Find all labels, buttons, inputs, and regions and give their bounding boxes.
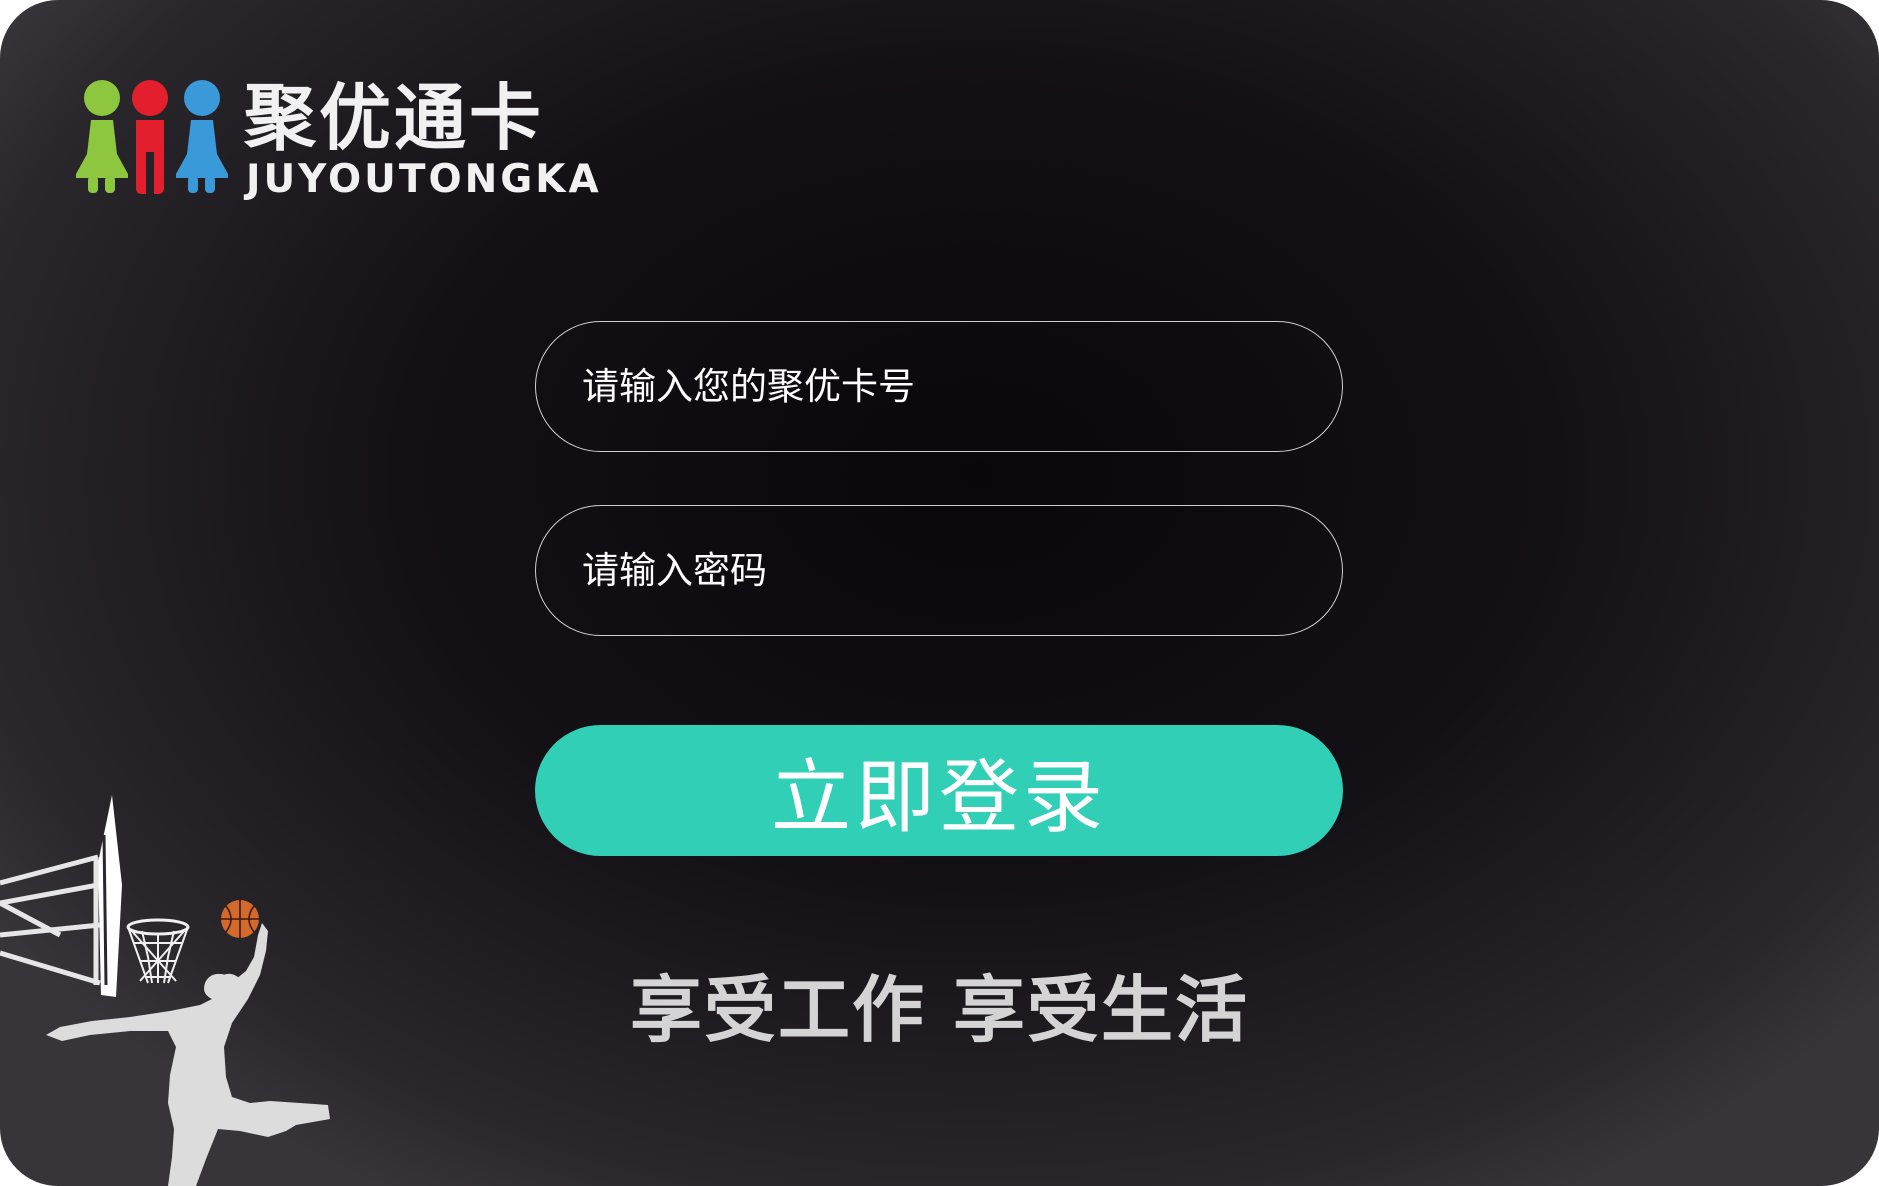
password-input[interactable] (536, 506, 1342, 635)
login-card: 聚优通卡 JUYOUTONGKA 立即登录 享受工作 享受生活 (0, 0, 1879, 1186)
brand-logo: 聚优通卡 JUYOUTONGKA (76, 76, 599, 202)
password-field[interactable] (535, 505, 1343, 636)
people-figures-icon (76, 80, 228, 194)
login-button[interactable]: 立即登录 (535, 725, 1343, 856)
basketball-player-illustration (0, 795, 330, 1186)
card-number-input[interactable] (536, 322, 1342, 451)
brand-name-en: JUYOUTONGKA (246, 157, 602, 202)
card-number-field[interactable] (535, 321, 1343, 452)
brand-name-cn: 聚优通卡 (244, 76, 545, 160)
